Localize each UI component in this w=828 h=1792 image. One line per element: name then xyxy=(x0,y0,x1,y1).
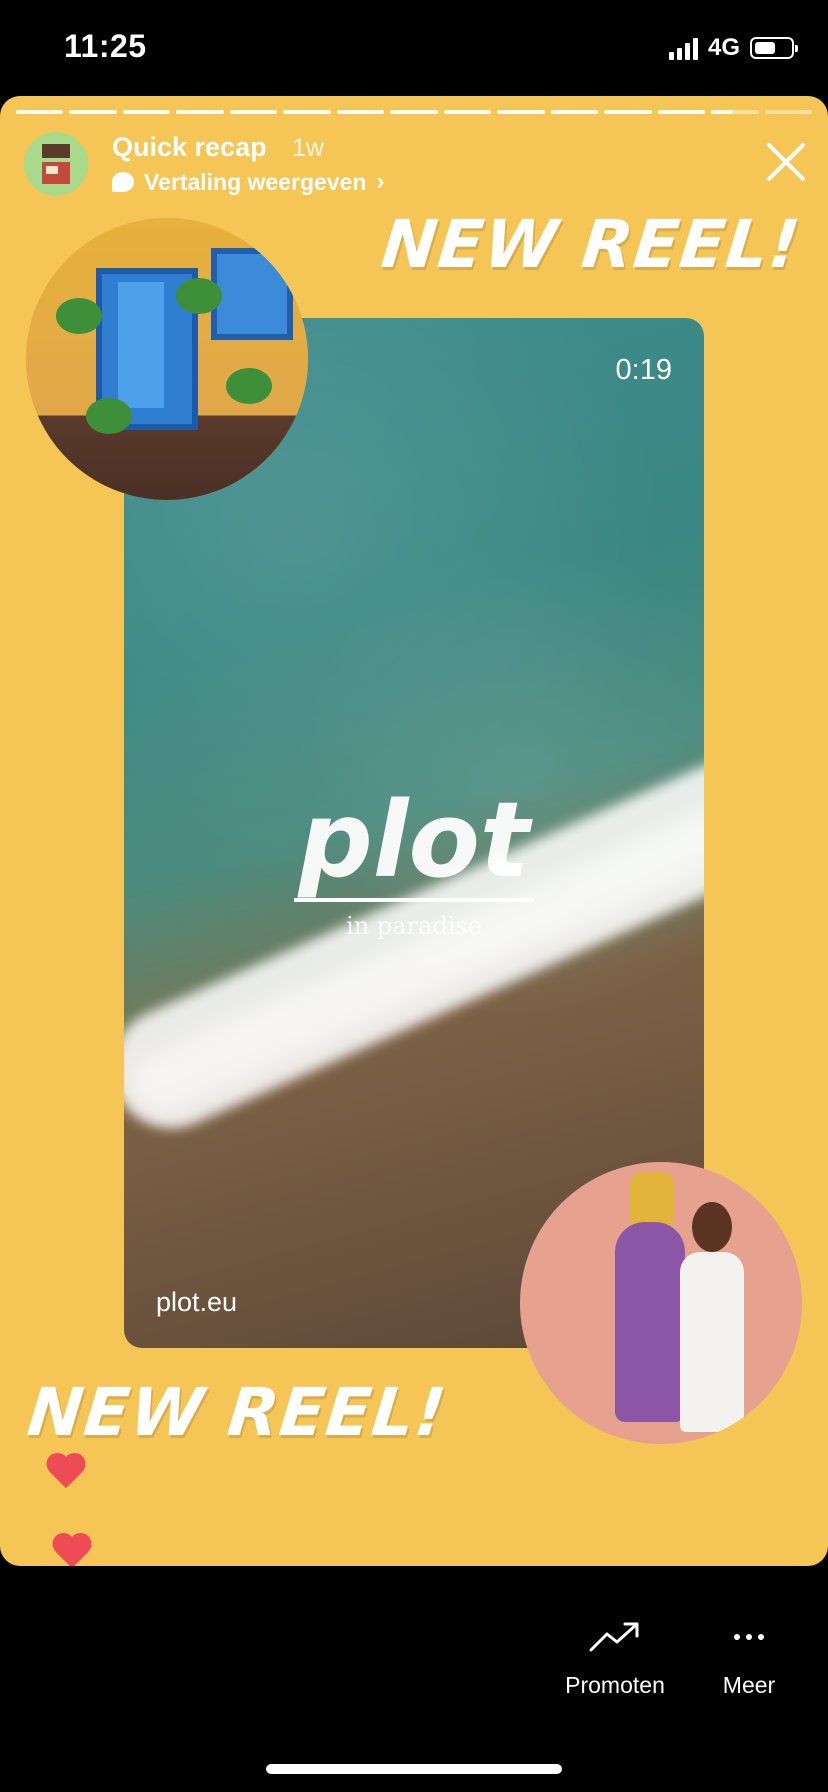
battery-icon xyxy=(750,37,798,59)
status-time: 11:25 xyxy=(64,28,147,64)
house-sticker xyxy=(26,218,308,500)
couple-sticker xyxy=(520,1162,802,1444)
progress-segment xyxy=(497,110,545,114)
progress-segment xyxy=(336,110,385,114)
story-title[interactable]: Quick recap xyxy=(112,132,267,163)
progress-segment xyxy=(711,110,759,114)
progress-segment xyxy=(390,110,438,114)
heart-icon xyxy=(46,1454,86,1494)
progress-segment xyxy=(122,110,171,114)
story-viewer[interactable]: Quick recap 1w Vertaling weergeven › NEW… xyxy=(0,96,828,1566)
reel-duration: 0:19 xyxy=(615,354,672,386)
promote-button[interactable]: Promoten xyxy=(560,1620,670,1699)
trending-up-icon xyxy=(589,1622,639,1652)
progress-segment xyxy=(16,110,64,114)
story-time-ago: 1w xyxy=(292,134,324,162)
close-icon[interactable] xyxy=(764,140,808,184)
progress-segment xyxy=(604,110,652,114)
battery-level xyxy=(755,42,775,54)
progress-segment xyxy=(283,110,331,114)
new-reel-text-top: NEW REEL! xyxy=(377,206,805,283)
progress-segment xyxy=(550,110,599,114)
avatar[interactable] xyxy=(24,132,88,196)
heart-icon xyxy=(52,1534,92,1566)
more-label: Meer xyxy=(722,1672,776,1698)
story-progress-bar xyxy=(16,110,813,114)
new-reel-text-bottom: NEW REEL! xyxy=(23,1374,451,1451)
more-button[interactable]: Meer xyxy=(716,1620,782,1699)
plot-logo: plot in paradise xyxy=(284,788,544,940)
chevron-right-icon: › xyxy=(376,168,385,195)
progress-segment xyxy=(657,110,706,114)
progress-segment xyxy=(69,110,117,114)
progress-segment xyxy=(229,110,278,114)
promote-label: Promoten xyxy=(565,1672,665,1698)
logo-tagline: in paradise xyxy=(346,912,482,940)
signal-icon xyxy=(668,36,698,60)
home-indicator[interactable] xyxy=(266,1764,562,1774)
translate-label: Vertaling weergeven xyxy=(144,168,367,195)
progress-segment xyxy=(764,110,813,114)
status-indicators: 4G xyxy=(668,34,798,62)
progress-segment xyxy=(176,110,224,114)
more-dots-icon xyxy=(734,1620,764,1654)
logo-word: plot xyxy=(298,779,530,901)
translate-link[interactable]: Vertaling weergeven › xyxy=(112,168,384,196)
network-type: 4G xyxy=(707,34,740,61)
reel-url: plot.eu xyxy=(156,1287,238,1317)
chat-bubble-icon xyxy=(112,172,134,192)
progress-segment xyxy=(443,110,492,114)
